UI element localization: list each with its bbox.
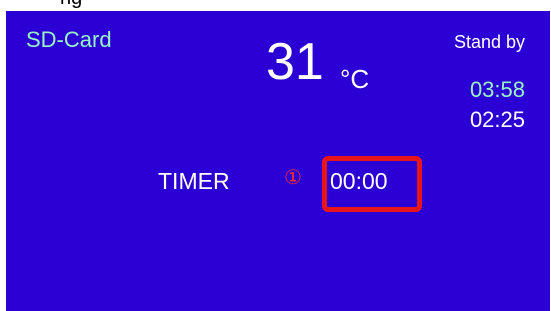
timer-value[interactable]: 00:00	[330, 168, 388, 195]
timer-label: TIMER	[158, 168, 230, 194]
source-label: SD-Card	[26, 27, 112, 52]
temperature-unit: °C	[340, 64, 370, 94]
device-display: SD-Card 31 °C Stand by 03:58 02:25 TIMER…	[6, 11, 550, 311]
time-display-1: 03:58	[469, 77, 525, 102]
status-label: Stand by	[453, 32, 525, 52]
time-display-2: 02:25	[469, 107, 525, 132]
page: ng SD-Card 31 °C Stand by 03:58 02:25 TI…	[0, 0, 551, 311]
temperature-value: 31	[266, 33, 324, 91]
partial-caption-text: ng	[60, 0, 82, 10]
step-marker-1: ①	[284, 167, 302, 189]
